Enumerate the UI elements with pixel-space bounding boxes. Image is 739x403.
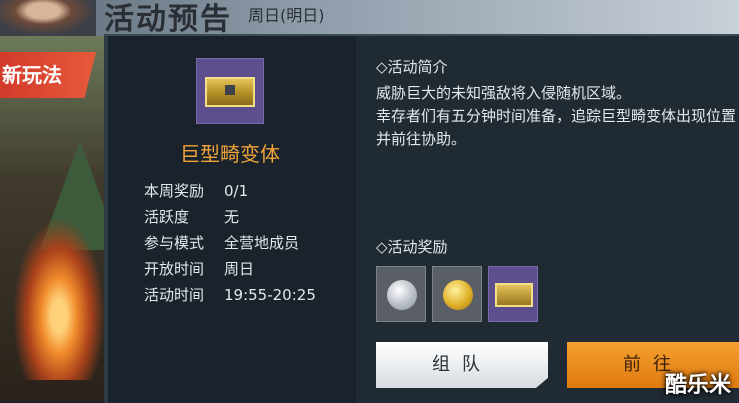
page-title: 活动预告 (104, 2, 232, 37)
intro-line: 幸存者们有五分钟时间准备，追踪巨型畸变体出现位置并前往协助。 (376, 107, 737, 148)
event-panel: 巨型畸变体 本周奖励 0/1 活跃度 无 参与模式 全营地成员 开放时间 周日 活动时间… (104, 34, 739, 403)
panel-edge (104, 36, 108, 403)
event-name: 巨型畸变体 (180, 142, 280, 166)
info-row-activity: 活跃度 无 (144, 206, 239, 227)
info-row-weekly-reward: 本周奖励 0/1 (144, 180, 248, 201)
info-key: 活动时间 (144, 286, 205, 304)
info-key: 活跃度 (144, 208, 190, 226)
bonfire-decoration (14, 220, 104, 380)
event-info-column: 巨型畸变体 本周奖励 0/1 活跃度 无 参与模式 全营地成员 开放时间 周日 活动时间… (104, 36, 356, 403)
team-button[interactable]: 组队 (376, 342, 548, 388)
reward-gold-coin[interactable] (432, 266, 482, 322)
silver-coin-icon (387, 280, 417, 310)
reward-chest[interactable] (488, 266, 538, 322)
rewards-title: ◇活动奖励 (376, 238, 448, 256)
reward-silver-coin[interactable] (376, 266, 426, 322)
info-value: 周日 (224, 260, 255, 278)
page-subtitle: 周日(明日) (248, 6, 325, 25)
new-mode-banner[interactable]: 新玩法 (0, 52, 96, 98)
info-value: 19:55-20:25 (224, 286, 316, 304)
info-row-mode: 参与模式 全营地成员 (144, 232, 299, 253)
aberration-chest-icon (196, 58, 264, 124)
intro-description: 威胁巨大的未知强敌将入侵随机区域。 幸存者们有五分钟时间准备，追踪巨型畸变体出现… (376, 82, 736, 151)
gold-coin-icon (443, 280, 473, 310)
watermark-logo: 酷乐米 (664, 373, 731, 398)
intro-line: 威胁巨大的未知强敌将入侵随机区域。 (376, 84, 632, 102)
info-value: 0/1 (224, 182, 249, 200)
intro-title: ◇活动简介 (376, 58, 448, 76)
info-key: 本周奖励 (144, 182, 205, 200)
avatar (0, 0, 96, 36)
info-row-time: 活动时间 19:55-20:25 (144, 284, 316, 305)
info-value: 全营地成员 (224, 234, 300, 252)
chest-graphic (205, 77, 255, 107)
info-value: 无 (224, 208, 240, 226)
info-key: 开放时间 (144, 260, 205, 278)
info-key: 参与模式 (144, 234, 205, 252)
info-row-open-day: 开放时间 周日 (144, 258, 254, 279)
reward-chest-icon (495, 283, 533, 307)
